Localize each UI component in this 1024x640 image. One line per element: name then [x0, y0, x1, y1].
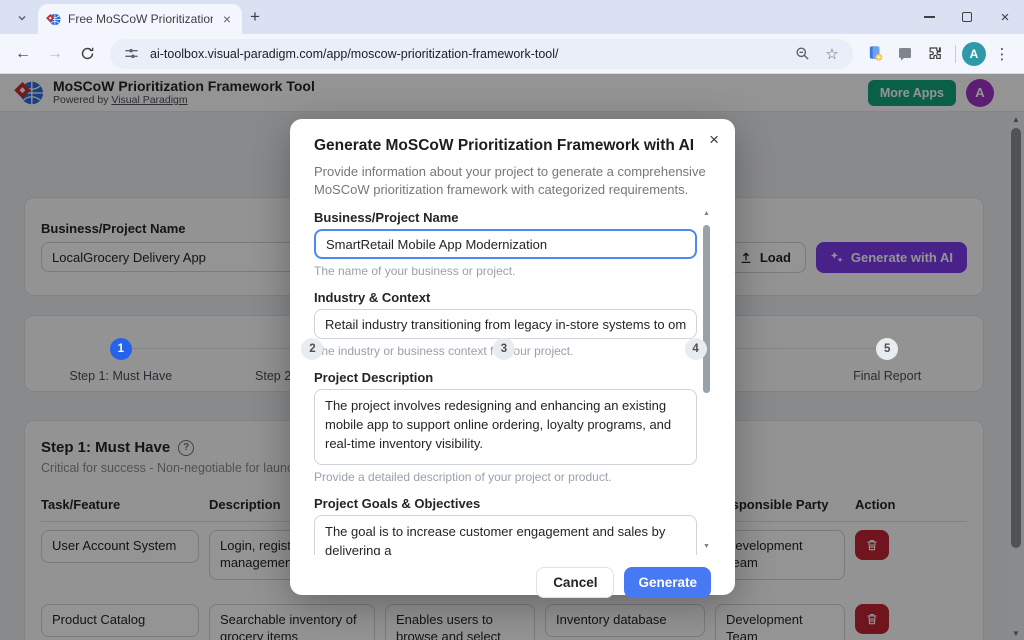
generate-button[interactable]: Generate — [624, 567, 711, 599]
modal-close-icon[interactable]: × — [709, 131, 719, 148]
description-field-textarea[interactable]: The project involves redesigning and enh… — [314, 389, 697, 466]
site-settings-icon[interactable] — [120, 43, 142, 65]
new-tab-button[interactable]: + — [250, 7, 260, 27]
tab-search-button[interactable] — [10, 7, 34, 29]
browser-menu-icon[interactable]: ⋮ — [988, 40, 1016, 68]
minimize-icon — [923, 16, 935, 18]
window-close-button[interactable]: × — [986, 0, 1024, 34]
modal-description: Provide information about your project t… — [314, 164, 706, 197]
industry-field-input[interactable] — [314, 309, 697, 340]
modal-scroll-up-icon[interactable]: ▲ — [703, 210, 710, 220]
modal-scrollbar[interactable]: ▲ ▼ — [702, 210, 711, 555]
back-button[interactable]: ← — [8, 39, 38, 69]
zoom-icon[interactable] — [791, 43, 813, 65]
toolbar-divider — [955, 44, 956, 63]
description-field-helper: Provide a detailed description of your p… — [314, 470, 612, 485]
url-bar[interactable]: ai-toolbox.visual-paradigm.com/app/mosco… — [110, 38, 853, 69]
page-viewport: MoSCoW Prioritization Framework Tool Pow… — [0, 74, 1024, 640]
window-minimize-button[interactable] — [910, 0, 948, 34]
cancel-button[interactable]: Cancel — [536, 567, 615, 599]
browser-profile-avatar[interactable]: A — [962, 41, 986, 66]
step-1-circle[interactable]: 1 — [109, 338, 132, 360]
modal-scroll-down-icon[interactable]: ▼ — [703, 543, 710, 553]
chevron-down-icon — [18, 15, 26, 21]
browser-tab-bar: Free MoSCoW Prioritization Fra × + × — [0, 0, 1024, 34]
window-maximize-button[interactable] — [948, 0, 986, 34]
bookmark-star-icon[interactable]: ☆ — [821, 43, 843, 65]
tab-title: Free MoSCoW Prioritization Fra — [68, 12, 213, 26]
forward-button[interactable]: → — [40, 39, 70, 69]
window-controls: × — [910, 0, 1024, 34]
side-panel-icon[interactable] — [891, 40, 919, 68]
name-field-label: Business/Project Name — [314, 210, 459, 226]
save-to-google-icon[interactable] — [861, 40, 889, 68]
goals-field-label: Project Goals & Objectives — [314, 496, 481, 512]
modal-title: Generate MoSCoW Prioritization Framework… — [314, 137, 695, 154]
close-icon: × — [1000, 8, 1010, 26]
modal-footer: Cancel Generate — [314, 567, 711, 599]
step-5-circle[interactable]: 5 — [876, 338, 899, 360]
browser-window: Free MoSCoW Prioritization Fra × + × ← →… — [0, 0, 1024, 640]
site-favicon — [46, 13, 61, 25]
url-text[interactable]: ai-toolbox.visual-paradigm.com/app/mosco… — [150, 47, 783, 61]
reload-button[interactable] — [72, 39, 102, 69]
goals-field-textarea[interactable]: The goal is to increase customer engagem… — [314, 515, 697, 556]
modal-form: Business/Project Name The name of your b… — [314, 210, 711, 556]
reload-icon — [81, 47, 93, 60]
description-field-label: Project Description — [314, 370, 434, 386]
modal-scrollbar-thumb[interactable] — [703, 225, 710, 394]
generate-ai-modal: × Generate MoSCoW Prioritization Framewo… — [290, 119, 735, 599]
browser-tab[interactable]: Free MoSCoW Prioritization Fra × — [38, 4, 242, 34]
name-field-helper: The name of your business or project. — [314, 264, 516, 279]
browser-toolbar: ← → ai-toolbox.visual-paradigm.com/app/m… — [0, 34, 1024, 74]
extensions-puzzle-icon[interactable] — [921, 40, 949, 68]
name-field-input[interactable] — [314, 229, 697, 260]
maximize-icon — [962, 12, 972, 22]
tab-close-icon[interactable]: × — [220, 11, 234, 27]
step-4-circle[interactable]: 4 — [684, 338, 707, 360]
industry-field-label: Industry & Context — [314, 290, 431, 306]
step-3-circle[interactable]: 3 — [492, 338, 515, 360]
